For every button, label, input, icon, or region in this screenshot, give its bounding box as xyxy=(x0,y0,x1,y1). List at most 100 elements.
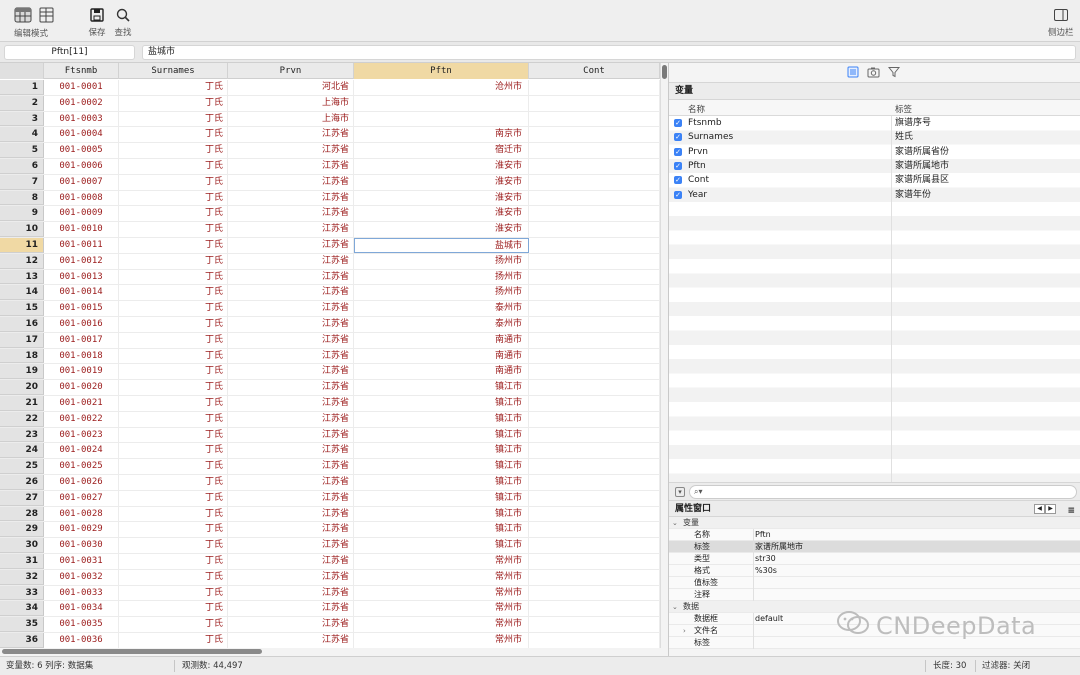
table-row[interactable]: 34 001-0034 丁氏 江苏省 常州市 xyxy=(0,601,660,618)
cell-ftsnmb[interactable]: 001-0022 xyxy=(44,411,119,427)
cell-cont[interactable] xyxy=(529,490,660,506)
row-number[interactable]: 6 xyxy=(0,159,44,174)
save-button[interactable]: 保存 xyxy=(86,6,108,38)
row-number[interactable]: 33 xyxy=(0,585,44,601)
cell-prvn[interactable]: 江苏省 xyxy=(228,127,354,143)
next-arrow-icon[interactable]: ▶ xyxy=(1045,504,1056,514)
cell-prvn[interactable]: 江苏省 xyxy=(228,190,354,206)
row-number[interactable]: 9 xyxy=(0,206,44,222)
cell-surnames[interactable]: 丁氏 xyxy=(119,380,228,395)
cell-surnames[interactable]: 丁氏 xyxy=(119,111,228,127)
cell-surnames[interactable]: 丁氏 xyxy=(119,285,228,301)
cell-value-input[interactable]: 盐城市 xyxy=(142,45,1076,60)
column-header-prvn[interactable]: Prvn xyxy=(228,63,354,79)
cell-prvn[interactable]: 江苏省 xyxy=(228,222,354,237)
cell-surnames[interactable]: 丁氏 xyxy=(119,159,228,174)
cell-ftsnmb[interactable]: 001-0012 xyxy=(44,253,119,269)
table-row[interactable]: 17 001-0017 丁氏 江苏省 南通市 xyxy=(0,332,660,349)
cell-cont[interactable] xyxy=(529,95,660,111)
variable-checkbox[interactable]: ✓ xyxy=(674,190,682,199)
previous-arrow-icon[interactable]: ◀ xyxy=(1034,504,1045,514)
cell-prvn[interactable]: 江苏省 xyxy=(228,411,354,427)
cell-surnames[interactable]: 丁氏 xyxy=(119,206,228,222)
cell-pftn[interactable]: 镇江市 xyxy=(354,427,529,443)
cell-pftn[interactable]: 南京市 xyxy=(354,127,529,143)
find-button[interactable]: 查找 xyxy=(112,6,134,38)
cell-surnames[interactable]: 丁氏 xyxy=(119,522,228,538)
row-number[interactable]: 19 xyxy=(0,364,44,380)
column-header-ftsnmb[interactable]: Ftsnmb xyxy=(44,63,119,79)
cell-pftn[interactable]: 泰州市 xyxy=(354,317,529,332)
cell-surnames[interactable]: 丁氏 xyxy=(119,317,228,332)
cell-cont[interactable] xyxy=(529,554,660,569)
cell-surnames[interactable]: 丁氏 xyxy=(119,427,228,443)
variable-row[interactable]: ✓ Surnames 姓氏 xyxy=(669,130,1080,144)
cell-prvn[interactable]: 江苏省 xyxy=(228,143,354,158)
cell-ftsnmb[interactable]: 001-0013 xyxy=(44,269,119,285)
row-number[interactable]: 23 xyxy=(0,427,44,443)
cell-ftsnmb[interactable]: 001-0025 xyxy=(44,459,119,474)
horizontal-scrollbar[interactable] xyxy=(0,648,668,656)
row-number[interactable]: 35 xyxy=(0,617,44,632)
row-number[interactable]: 31 xyxy=(0,554,44,569)
cell-ftsnmb[interactable]: 001-0018 xyxy=(44,348,119,364)
table-row[interactable]: 31 001-0031 丁氏 江苏省 常州市 xyxy=(0,554,660,570)
cell-pftn[interactable]: 沧州市 xyxy=(354,80,529,95)
label-column-header[interactable]: 标签 xyxy=(895,103,912,115)
cell-cont[interactable] xyxy=(529,443,660,459)
row-number[interactable]: 8 xyxy=(0,190,44,206)
cell-surnames[interactable]: 丁氏 xyxy=(119,396,228,411)
table-row[interactable]: 36 001-0036 丁氏 江苏省 常州市 xyxy=(0,633,660,649)
cell-surnames[interactable]: 丁氏 xyxy=(119,238,228,253)
variable-checkbox[interactable]: ✓ xyxy=(674,176,682,185)
cell-cont[interactable] xyxy=(529,238,660,253)
cell-prvn[interactable]: 江苏省 xyxy=(228,475,354,490)
cell-ftsnmb[interactable]: 001-0014 xyxy=(44,285,119,301)
vertical-scroll-thumb[interactable] xyxy=(662,65,667,79)
cell-surnames[interactable]: 丁氏 xyxy=(119,190,228,206)
property-value[interactable]: default xyxy=(755,613,783,625)
cell-prvn[interactable]: 江苏省 xyxy=(228,585,354,601)
cell-ftsnmb[interactable]: 001-0005 xyxy=(44,143,119,158)
cell-ftsnmb[interactable]: 001-0019 xyxy=(44,364,119,380)
cell-prvn[interactable]: 江苏省 xyxy=(228,522,354,538)
row-number[interactable]: 13 xyxy=(0,269,44,285)
row-number[interactable]: 4 xyxy=(0,127,44,143)
cell-ftsnmb[interactable]: 001-0016 xyxy=(44,317,119,332)
cell-prvn[interactable]: 江苏省 xyxy=(228,490,354,506)
table-row[interactable]: 22 001-0022 丁氏 江苏省 镇江市 xyxy=(0,411,660,428)
table-row[interactable]: 20 001-0020 丁氏 江苏省 镇江市 xyxy=(0,380,660,396)
cell-pftn[interactable]: 扬州市 xyxy=(354,269,529,285)
cell-cont[interactable] xyxy=(529,396,660,411)
variable-checkbox[interactable]: ✓ xyxy=(674,133,682,142)
table-row[interactable]: 4 001-0004 丁氏 江苏省 南京市 xyxy=(0,127,660,144)
cell-pftn[interactable]: 镇江市 xyxy=(354,522,529,538)
property-row[interactable]: 格式 %30s xyxy=(669,565,1080,577)
row-number[interactable]: 2 xyxy=(0,95,44,111)
cell-cont[interactable] xyxy=(529,206,660,222)
table-row[interactable]: 14 001-0014 丁氏 江苏省 扬州市 xyxy=(0,285,660,302)
table-row[interactable]: 11 001-0011 丁氏 江苏省 盐城市 xyxy=(0,238,660,254)
cell-prvn[interactable]: 江苏省 xyxy=(228,633,354,648)
cell-prvn[interactable]: 江苏省 xyxy=(228,206,354,222)
cell-surnames[interactable]: 丁氏 xyxy=(119,475,228,490)
table-row[interactable]: 1 001-0001 丁氏 河北省 沧州市 xyxy=(0,80,660,96)
row-number[interactable]: 12 xyxy=(0,253,44,269)
variable-row[interactable]: ✓ Pftn 家谱所属地市 xyxy=(669,159,1080,173)
row-number[interactable]: 11 xyxy=(0,238,44,253)
cell-ftsnmb[interactable]: 001-0017 xyxy=(44,332,119,348)
cell-surnames[interactable]: 丁氏 xyxy=(119,585,228,601)
table-row[interactable]: 2 001-0002 丁氏 上海市 xyxy=(0,95,660,112)
cell-pftn[interactable]: 淮安市 xyxy=(354,190,529,206)
cell-ftsnmb[interactable]: 001-0009 xyxy=(44,206,119,222)
cell-surnames[interactable]: 丁氏 xyxy=(119,459,228,474)
row-number[interactable]: 17 xyxy=(0,332,44,348)
cell-pftn[interactable]: 常州市 xyxy=(354,633,529,648)
chevron-down-icon[interactable]: ⌄ xyxy=(672,601,678,613)
row-number[interactable]: 20 xyxy=(0,380,44,395)
cell-ftsnmb[interactable]: 001-0010 xyxy=(44,222,119,237)
cell-prvn[interactable]: 上海市 xyxy=(228,95,354,111)
table-row[interactable]: 30 001-0030 丁氏 江苏省 镇江市 xyxy=(0,538,660,554)
cell-prvn[interactable]: 江苏省 xyxy=(228,317,354,332)
edit-mode-button[interactable] xyxy=(12,6,34,24)
